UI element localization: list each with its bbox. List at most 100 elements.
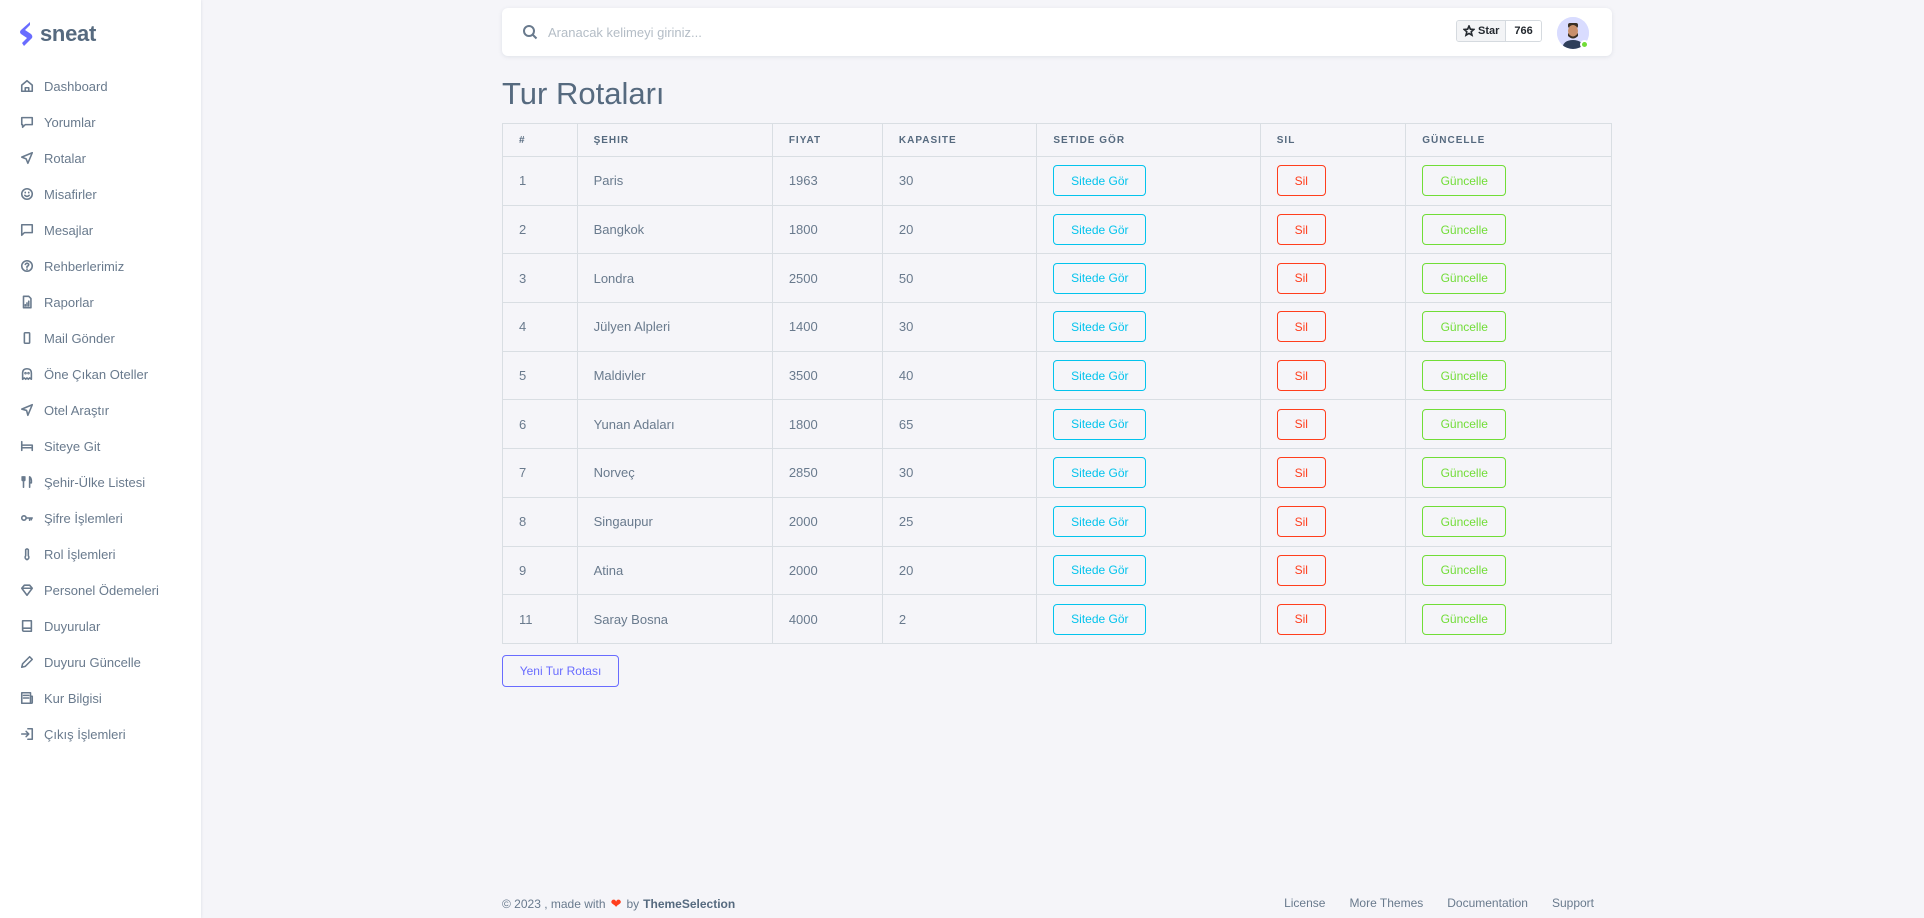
sidebar-item-15[interactable]: Personel Ödemeleri [0, 572, 201, 608]
github-star-label: Star [1478, 25, 1500, 37]
help-circle-icon [20, 259, 34, 273]
mobile-icon [20, 331, 34, 345]
update-button[interactable]: Güncelle [1422, 165, 1507, 197]
delete-button[interactable]: Sil [1276, 506, 1326, 538]
cell-price: 2000 [771, 545, 883, 596]
sidebar-item-9[interactable]: Öne Çıkan Oteller [0, 356, 201, 392]
delete-button[interactable]: Sil [1276, 554, 1326, 586]
cell-action: Sil [1259, 253, 1407, 304]
github-star-widget[interactable]: Star 766 [1456, 20, 1542, 42]
search-icon [522, 24, 538, 40]
new-route-button[interactable]: Yeni Tur Rotası [502, 655, 619, 687]
sidebar-item-13[interactable]: Şifre İşlemleri [0, 500, 201, 536]
column-header: GÜNCELLE [1405, 123, 1612, 157]
cell-action: Sitede Gör [1036, 594, 1261, 644]
table-row: 2 Bangkok 1800 20 Sitede Gör Sil Güncelle [502, 204, 1612, 255]
cell-action: Sil [1259, 204, 1407, 255]
table-row: 9 Atina 2000 20 Sitede Gör Sil Güncelle [502, 545, 1612, 596]
sneat-logo-icon [20, 22, 33, 46]
sidebar-item-3[interactable]: Rotalar [0, 140, 201, 176]
cell-action: Sil [1259, 350, 1407, 401]
comment-icon [20, 115, 34, 129]
plane-icon [20, 151, 34, 165]
cell-capacity: 25 [881, 496, 1038, 547]
sidebar-item-7[interactable]: Raporlar [0, 284, 201, 320]
view-on-site-button[interactable]: Sitede Gör [1053, 603, 1147, 635]
cell-city: Atina [576, 545, 773, 596]
column-header: FIYAT [771, 123, 883, 157]
delete-button[interactable]: Sil [1276, 603, 1326, 635]
delete-button[interactable]: Sil [1276, 214, 1326, 246]
top-navbar: Star 766 [502, 8, 1612, 56]
cell-id: 8 [502, 496, 578, 547]
view-on-site-button[interactable]: Sitede Gör [1053, 457, 1147, 489]
sidebar-item-8[interactable]: Mail Gönder [0, 320, 201, 356]
view-on-site-button[interactable]: Sitede Gör [1053, 311, 1147, 343]
ghost-icon [20, 367, 34, 381]
footer-link-documentation[interactable]: Documentation [1447, 896, 1528, 912]
news-icon [20, 691, 34, 705]
cell-action: Sil [1259, 545, 1407, 596]
update-button[interactable]: Güncelle [1422, 408, 1507, 440]
search-input[interactable] [548, 20, 1148, 44]
sidebar-item-10[interactable]: Otel Araştır [0, 392, 201, 428]
sidebar-item-label: Otel Araştır [44, 402, 110, 418]
view-on-site-button[interactable]: Sitede Gör [1053, 165, 1147, 197]
sidebar-item-label: Dashboard [44, 78, 108, 94]
sidebar-item-17[interactable]: Duyuru Güncelle [0, 644, 201, 680]
sidebar-item-4[interactable]: Misafirler [0, 176, 201, 212]
sidebar-item-label: Misafirler [44, 186, 97, 202]
delete-button[interactable]: Sil [1276, 262, 1326, 294]
sidebar-item-11[interactable]: Siteye Git [0, 428, 201, 464]
cell-price: 2850 [771, 448, 883, 498]
sidebar-item-18[interactable]: Kur Bilgisi [0, 680, 201, 716]
delete-button[interactable]: Sil [1276, 408, 1326, 440]
update-button[interactable]: Güncelle [1422, 457, 1507, 489]
sidebar-item-5[interactable]: Mesajlar [0, 212, 201, 248]
footer-link-license[interactable]: License [1284, 896, 1325, 912]
view-on-site-button[interactable]: Sitede Gör [1053, 408, 1147, 440]
github-star-count[interactable]: 766 [1506, 21, 1541, 41]
column-header: # [502, 123, 578, 157]
view-on-site-button[interactable]: Sitede Gör [1053, 506, 1147, 538]
cell-action: Sitede Gör [1036, 350, 1261, 401]
cell-action: Sitede Gör [1036, 448, 1261, 498]
update-button[interactable]: Güncelle [1422, 311, 1507, 343]
footer-brand-link[interactable]: ThemeSelection [643, 897, 735, 911]
table-row: 3 Londra 2500 50 Sitede Gör Sil Güncelle [502, 253, 1612, 304]
cell-price: 4000 [771, 594, 883, 644]
cell-action: Güncelle [1405, 253, 1612, 304]
brand[interactable]: sneat [0, 0, 201, 68]
view-on-site-button[interactable]: Sitede Gör [1053, 214, 1147, 246]
view-on-site-button[interactable]: Sitede Gör [1053, 554, 1147, 586]
sidebar-item-1[interactable]: Dashboard [0, 68, 201, 104]
github-star-button[interactable]: Star [1457, 21, 1507, 41]
main-content: Star 766 Tur Rotaları #ŞEHIRFIYATKAPASIT… [201, 0, 1924, 918]
cell-action: Güncelle [1405, 399, 1612, 450]
update-button[interactable]: Güncelle [1422, 603, 1507, 635]
sidebar-item-16[interactable]: Duyurular [0, 608, 201, 644]
cell-id: 1 [502, 156, 578, 206]
update-button[interactable]: Güncelle [1422, 360, 1507, 392]
update-button[interactable]: Güncelle [1422, 214, 1507, 246]
update-button[interactable]: Güncelle [1422, 506, 1507, 538]
footer-link-more-themes[interactable]: More Themes [1349, 896, 1423, 912]
update-button[interactable]: Güncelle [1422, 554, 1507, 586]
sidebar-item-2[interactable]: Yorumlar [0, 104, 201, 140]
delete-button[interactable]: Sil [1276, 457, 1326, 489]
cell-capacity: 30 [881, 302, 1038, 352]
delete-button[interactable]: Sil [1276, 165, 1326, 197]
sidebar-item-12[interactable]: Şehir-Ülke Listesi [0, 464, 201, 500]
view-on-site-button[interactable]: Sitede Gör [1053, 262, 1147, 294]
delete-button[interactable]: Sil [1276, 311, 1326, 343]
footer-link-support[interactable]: Support [1552, 896, 1594, 912]
delete-button[interactable]: Sil [1276, 360, 1326, 392]
update-button[interactable]: Güncelle [1422, 262, 1507, 294]
table-row: 8 Singaupur 2000 25 Sitede Gör Sil Güncelle [502, 496, 1612, 547]
sidebar-item-14[interactable]: Rol İşlemleri [0, 536, 201, 572]
cell-capacity: 20 [881, 545, 1038, 596]
sidebar-item-6[interactable]: Rehberlerimiz [0, 248, 201, 284]
view-on-site-button[interactable]: Sitede Gör [1053, 360, 1147, 392]
sidebar-item-19[interactable]: Çıkış İşlemleri [0, 716, 201, 752]
restaurant-icon [20, 475, 34, 489]
